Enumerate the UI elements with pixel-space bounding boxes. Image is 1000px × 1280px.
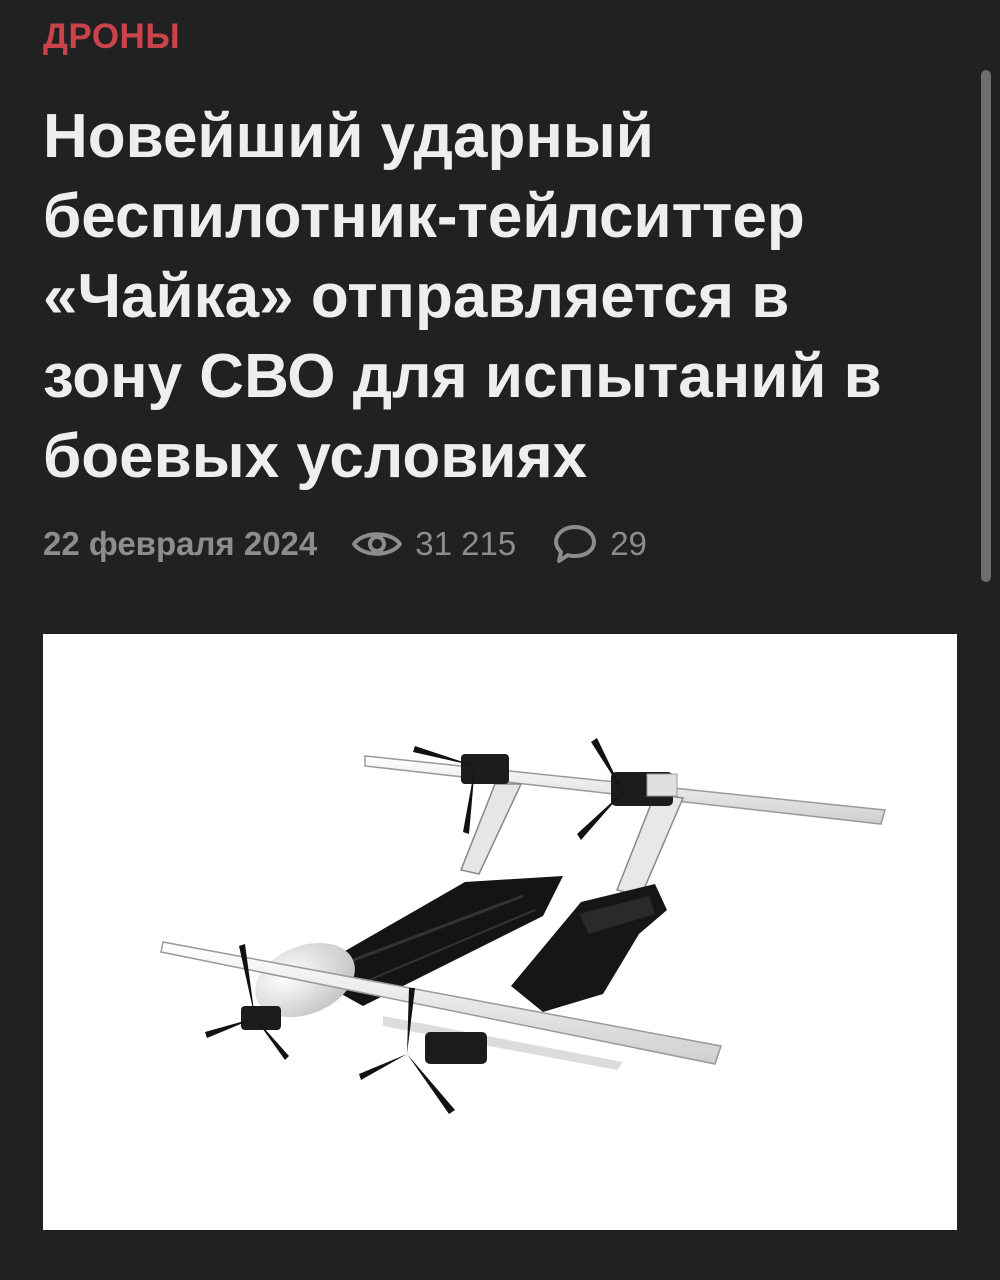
article-title: Новейший ударный беспилотник-тейлситтер … xyxy=(43,102,882,491)
category-link[interactable]: ДРОНЫ xyxy=(43,17,180,57)
views-count: 31 215 xyxy=(415,525,517,562)
comments-count[interactable]: 29 xyxy=(610,525,647,563)
drone-illustration xyxy=(160,738,886,1114)
article-image xyxy=(43,634,957,1230)
speech-bubble-icon[interactable] xyxy=(552,523,598,565)
scrollbar[interactable] xyxy=(981,70,991,582)
article-meta: 22 февраля 2024 31 215 29 xyxy=(43,520,683,568)
publish-date: 22 февраля 2024 xyxy=(43,525,318,562)
eye-icon xyxy=(351,526,403,562)
